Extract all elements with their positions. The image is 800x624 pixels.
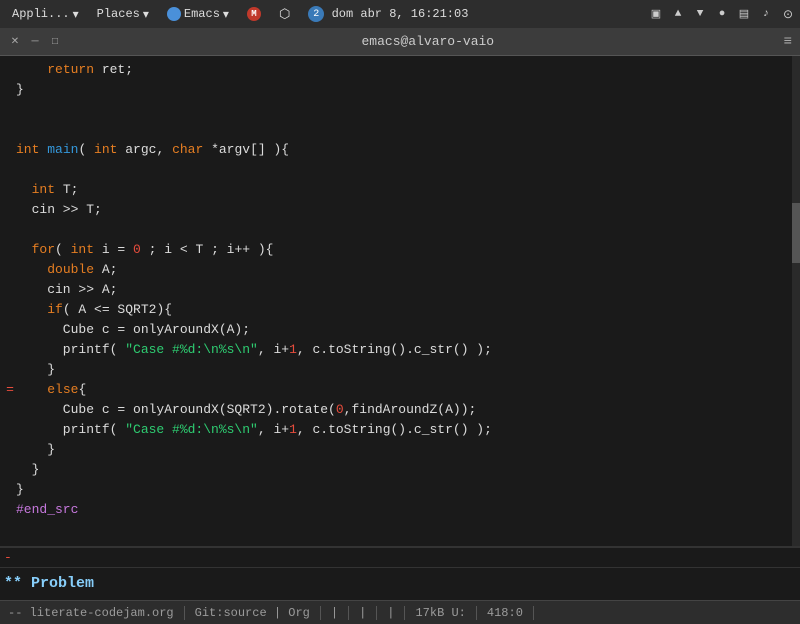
line-text (16, 120, 796, 140)
code-line: cin >> A; (0, 280, 800, 300)
monitor-icon[interactable]: ▣ (648, 6, 664, 22)
hamburger-menu[interactable]: ≡ (784, 34, 792, 50)
status-file: -- literate-codejam.org (8, 606, 185, 620)
line-text: double A; (16, 260, 796, 280)
places-label: Places (97, 7, 140, 21)
status-sep3: | (377, 606, 405, 620)
line-text: int T; (16, 180, 796, 200)
status-pos: 418:0 (477, 606, 534, 620)
line-text: if( A <= SQRT2){ (16, 300, 796, 320)
code-line: int T; (0, 180, 800, 200)
code-line (0, 100, 800, 120)
code-line: for( int i = 0 ; i < T ; i++ ){ (0, 240, 800, 260)
line-text: cin >> A; (16, 280, 796, 300)
line-text (16, 220, 796, 240)
code-line: } (0, 360, 800, 380)
status-size: 17kB U: (405, 606, 476, 620)
line-text: return ret; (16, 60, 796, 80)
status-git: Git:source | Org (185, 606, 321, 620)
code-line: cin >> T; (0, 200, 800, 220)
battery-icon: ▤ (736, 6, 752, 22)
mini-marker: - (4, 550, 12, 565)
scrollbar[interactable] (792, 56, 800, 546)
line-text (16, 160, 796, 180)
appli-label: Appli... (12, 7, 70, 21)
minimize-button[interactable]: ─ (28, 35, 42, 49)
code-line: return ret; (0, 60, 800, 80)
code-line: } (0, 440, 800, 460)
line-text: printf( "Case #%d:\n%s\n", i+1, c.toStri… (16, 420, 796, 440)
gmail-btn[interactable]: M (239, 5, 269, 23)
appli-menu[interactable]: Appli... ▾ (4, 5, 87, 24)
system-bar: Appli... ▾ Places ▾ Emacs ▾ M ⬡ 2 dom ab… (0, 0, 800, 28)
line-text: Cube c = onlyAroundX(SQRT2).rotate(0,fin… (16, 400, 796, 420)
emacs-label: Emacs (184, 7, 220, 21)
code-line: Cube c = onlyAroundX(SQRT2).rotate(0,fin… (0, 400, 800, 420)
line-text: } (16, 360, 796, 380)
maximize-button[interactable]: □ (48, 35, 62, 49)
line-text (16, 100, 796, 120)
code-line: #end_src (0, 500, 800, 520)
appli-arrow: ▾ (73, 7, 79, 22)
code-line (0, 220, 800, 240)
mini-buffer: - (0, 547, 800, 567)
bluetooth-icon: ⬡ (279, 7, 290, 22)
emacs-icon (167, 7, 181, 21)
code-line: double A; (0, 260, 800, 280)
code-line (0, 160, 800, 180)
code-line: } (0, 480, 800, 500)
places-arrow: ▾ (143, 7, 149, 22)
system-tray: ▣ ▲ ▼ ● ▤ ♪ ⊙ (648, 6, 796, 22)
line-text: cin >> T; (16, 200, 796, 220)
code-line: printf( "Case #%d:\n%s\n", i+1, c.toStri… (0, 340, 800, 360)
org-heading: ** Problem (4, 575, 94, 592)
up-icon: ▲ (670, 6, 686, 22)
gmail-icon: M (247, 7, 261, 21)
title-bar: ✕ ─ □ emacs@alvaro-vaio ≡ (0, 28, 800, 56)
status-bar: -- literate-codejam.org Git:source | Org… (0, 600, 800, 624)
line-text: for( int i = 0 ; i < T ; i++ ){ (16, 240, 796, 260)
line-text: #end_src (16, 500, 796, 520)
user-icon[interactable]: ● (714, 6, 730, 22)
close-button[interactable]: ✕ (8, 35, 22, 49)
line-text: } (16, 480, 796, 500)
code-line: if( A <= SQRT2){ (0, 300, 800, 320)
clock: dom abr 8, 16:21:03 (332, 7, 469, 21)
scrollbar-thumb[interactable] (792, 203, 800, 263)
code-line: printf( "Case #%d:\n%s\n", i+1, c.toStri… (0, 420, 800, 440)
editor[interactable]: return ret;} int main( int argc, char *a… (0, 56, 800, 546)
notification-btn[interactable]: 2 (300, 4, 332, 24)
line-text: } (16, 460, 796, 480)
status-sep2: | (349, 606, 377, 620)
status-sep1: | (321, 606, 349, 620)
window-controls: ✕ ─ □ (8, 35, 62, 49)
line-text: else{ (16, 380, 796, 400)
down-icon: ▼ (692, 6, 708, 22)
line-text: int main( int argc, char *argv[] ){ (16, 140, 796, 160)
notification-icon: 2 (308, 6, 324, 22)
code-line: = else{ (0, 380, 800, 400)
window-title: emacs@alvaro-vaio (72, 34, 784, 49)
emacs-arrow: ▾ (223, 7, 229, 22)
line-text: } (16, 440, 796, 460)
line-text: } (16, 80, 796, 100)
code-line: } (0, 80, 800, 100)
bottom-section: - ** Problem (0, 546, 800, 600)
emacs-menu[interactable]: Emacs ▾ (159, 5, 237, 24)
code-line: Cube c = onlyAroundX(A); (0, 320, 800, 340)
code-line (0, 120, 800, 140)
places-menu[interactable]: Places ▾ (89, 5, 157, 24)
volume-icon[interactable]: ♪ (758, 6, 774, 22)
code-line: int main( int argc, char *argv[] ){ (0, 140, 800, 160)
line-text: Cube c = onlyAroundX(A); (16, 320, 796, 340)
line-marker: = (4, 380, 16, 400)
org-heading-line: ** Problem (0, 567, 800, 600)
bluetooth-btn[interactable]: ⬡ (271, 5, 298, 24)
code-line: } (0, 460, 800, 480)
code-content: return ret;} int main( int argc, char *a… (0, 56, 800, 524)
line-text: printf( "Case #%d:\n%s\n", i+1, c.toStri… (16, 340, 796, 360)
wifi-icon[interactable]: ⊙ (780, 6, 796, 22)
